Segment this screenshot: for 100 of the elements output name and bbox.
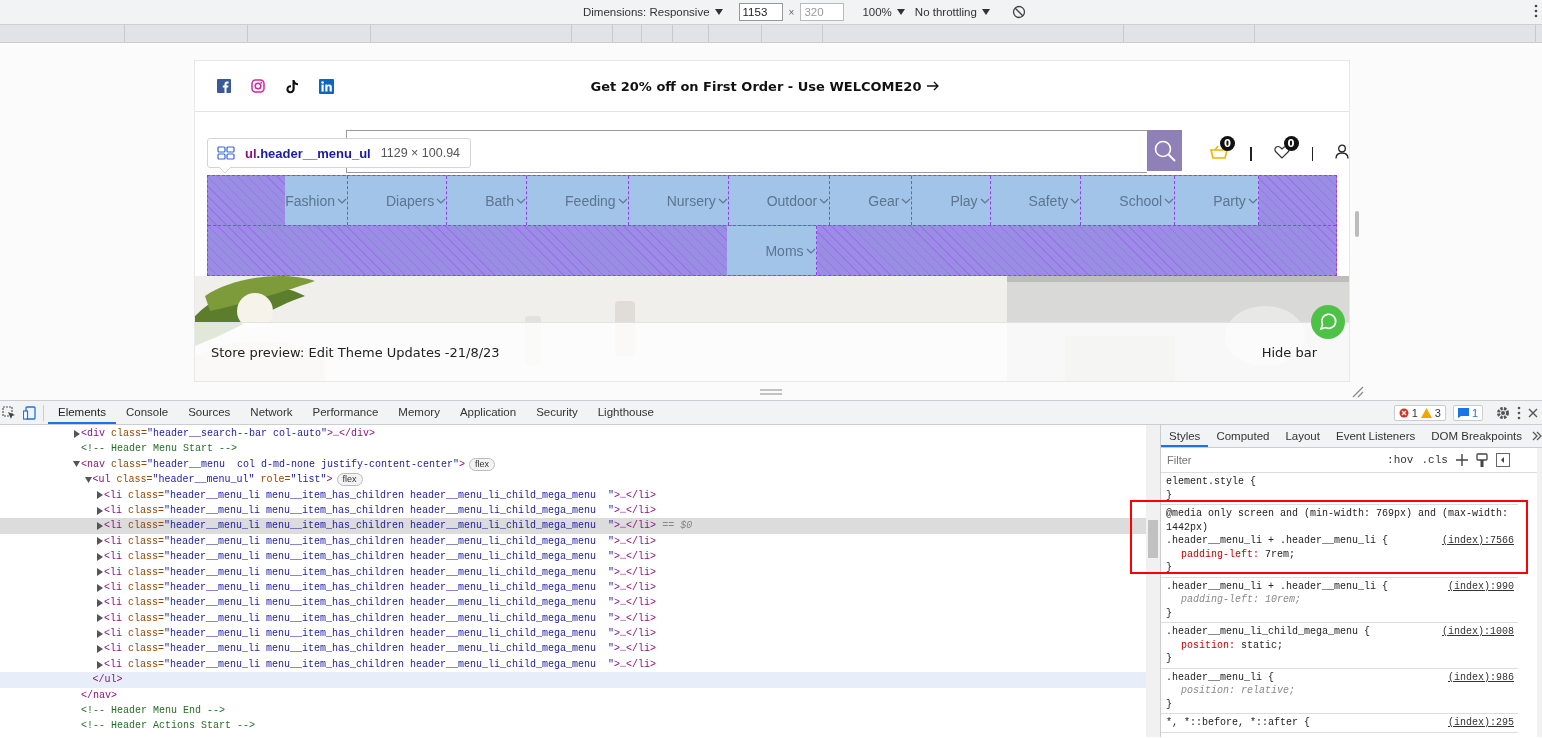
expand-arrow-icon[interactable] bbox=[96, 583, 103, 592]
source-link[interactable]: (index):295 bbox=[1448, 716, 1514, 730]
styles-tab[interactable]: Computed bbox=[1208, 425, 1278, 447]
instagram-icon[interactable] bbox=[251, 79, 265, 93]
source-link[interactable]: (index):7566 bbox=[1442, 534, 1514, 548]
styles-tab[interactable]: DOM Breakpoints bbox=[1423, 425, 1530, 447]
css-declaration[interactable]: position: relative; bbox=[1166, 684, 1514, 698]
heart-icon[interactable] bbox=[1273, 144, 1290, 159]
dom-node[interactable]: <ul class="header__menu_ul" role="list"> bbox=[84, 472, 333, 488]
dimensions-dropdown[interactable]: Dimensions: Responsive bbox=[581, 2, 725, 22]
messages-button[interactable]: 1 bbox=[1452, 404, 1483, 421]
dom-comment[interactable]: <!-- Header Menu End --> bbox=[81, 703, 226, 719]
devtools-tab[interactable]: Memory bbox=[388, 401, 450, 424]
styles-tab[interactable]: Styles bbox=[1161, 425, 1209, 447]
chevron-down-icon bbox=[516, 197, 527, 204]
caret-icon bbox=[896, 9, 905, 15]
styles-tab[interactable]: Event Listeners bbox=[1327, 425, 1424, 447]
source-link[interactable]: (index):990 bbox=[1448, 579, 1514, 593]
expand-arrow-icon[interactable] bbox=[96, 552, 103, 561]
facebook-icon[interactable] bbox=[217, 79, 231, 93]
dom-node[interactable]: <li class="header__menu_li menu__item_has_children header__menu_li_child_mega_menu ">…</li> bbox=[96, 579, 657, 596]
scrollbar[interactable] bbox=[1537, 448, 1542, 737]
inspect-icon[interactable] bbox=[2, 405, 16, 420]
dom-node[interactable]: <li class="header__menu_li menu__item_has_children header__menu_li_child_mega_menu ">…</li> bbox=[96, 549, 657, 565]
source-link[interactable]: (index):986 bbox=[1448, 670, 1514, 684]
devtools-tab[interactable]: Security bbox=[526, 401, 588, 424]
rotate-icon[interactable] bbox=[1011, 5, 1026, 19]
console-reference: == $0 bbox=[662, 519, 693, 534]
expand-arrow-icon[interactable] bbox=[96, 660, 103, 669]
devtools-tab[interactable]: Network bbox=[240, 401, 303, 424]
width-field[interactable]: 1153 bbox=[738, 3, 783, 21]
throttling-dropdown[interactable]: No throttling bbox=[912, 2, 992, 22]
caret-icon bbox=[981, 9, 990, 15]
expand-arrow-icon[interactable] bbox=[96, 629, 103, 638]
dom-closing-tag[interactable]: </nav> bbox=[81, 687, 118, 704]
expand-arrow-icon[interactable] bbox=[96, 522, 103, 531]
promo-link[interactable]: Get 20% off on First Order - Use WELCOME20 bbox=[590, 78, 940, 94]
dom-node[interactable]: <li class="header__menu_li menu__item_has_children header__menu_li_child_mega_menu ">…</li> bbox=[96, 595, 657, 611]
dom-node[interactable]: <li class="header__menu_li menu__item_has_children header__menu_li_child_mega_menu ">…</li> bbox=[96, 610, 657, 627]
zoom-dropdown[interactable]: 100% bbox=[860, 2, 907, 22]
expand-arrow-icon[interactable] bbox=[96, 645, 103, 654]
more-icon[interactable] bbox=[1534, 4, 1538, 18]
search-button[interactable] bbox=[1147, 130, 1182, 171]
devtools-tab[interactable]: Application bbox=[449, 401, 527, 424]
class-toggle[interactable]: .cls bbox=[1421, 454, 1448, 466]
devtools-tab[interactable]: Sources bbox=[178, 401, 241, 424]
tiktok-icon[interactable] bbox=[285, 78, 299, 94]
flex-badge[interactable]: flex bbox=[469, 457, 496, 471]
more-icon[interactable] bbox=[1517, 405, 1521, 420]
devtools-tab[interactable]: Console bbox=[115, 401, 179, 424]
dom-node[interactable]: <li class="header__menu_li menu__item_has_children header__menu_li_child_mega_menu ">…</li> bbox=[96, 487, 657, 503]
resize-grip-icon[interactable] bbox=[1352, 386, 1364, 398]
dom-node[interactable]: <li class="header__menu_li menu__item_has_children header__menu_li_child_mega_menu ">…</li> bbox=[96, 502, 657, 519]
user-icon[interactable] bbox=[1335, 144, 1349, 159]
resize-handle-icon[interactable] bbox=[760, 389, 782, 395]
expand-arrow-icon[interactable] bbox=[96, 599, 103, 607]
dom-closing-tag[interactable]: </ul> bbox=[92, 672, 123, 688]
expand-arrow-icon[interactable] bbox=[96, 506, 103, 515]
rule-brace: } bbox=[1166, 561, 1174, 575]
dom-node[interactable]: <li class="header__menu_li menu__item_has_children header__menu_li_child_mega_menu ">…</li> bbox=[96, 518, 657, 534]
settings-icon[interactable] bbox=[1496, 405, 1510, 420]
expand-arrow-icon[interactable] bbox=[96, 568, 103, 577]
hover-state-toggle[interactable]: :hov bbox=[1387, 454, 1414, 466]
dom-node[interactable]: <li class="header__menu_li menu__item_has_children header__menu_li_child_mega_menu ">…</li> bbox=[96, 641, 657, 657]
hide-bar-link[interactable]: Hide bar bbox=[1261, 344, 1317, 360]
add-icon[interactable] bbox=[1455, 454, 1468, 466]
expand-arrow-icon[interactable] bbox=[73, 460, 80, 469]
sidebar-toggle-icon[interactable] bbox=[1495, 453, 1510, 467]
dom-node[interactable]: <li class="header__menu_li menu__item_has_children header__menu_li_child_mega_menu ">…</li> bbox=[96, 656, 657, 673]
flex-badge[interactable]: flex bbox=[336, 473, 363, 487]
linkedin-icon[interactable] bbox=[319, 78, 334, 94]
css-declaration[interactable]: padding-left: 7rem; bbox=[1166, 547, 1514, 561]
expand-arrow-icon[interactable] bbox=[73, 429, 80, 438]
dom-node[interactable]: <div class="header__search--bar col-auto">…</div> bbox=[73, 426, 376, 442]
styles-tab[interactable]: Layout bbox=[1277, 425, 1328, 447]
expand-arrow-icon[interactable] bbox=[84, 475, 92, 484]
source-link[interactable]: (index):1008 bbox=[1442, 625, 1514, 639]
issues-button[interactable]: 1 3 bbox=[1393, 404, 1446, 421]
warning-icon bbox=[1420, 407, 1432, 418]
dom-node[interactable]: <nav class="header__menu col d-md-none justify-content-center"> bbox=[73, 456, 466, 473]
paint-roller-icon[interactable] bbox=[1475, 453, 1488, 467]
dom-node[interactable]: <li class="header__menu_li menu__item_has_children header__menu_li_child_mega_menu ">…</li> bbox=[96, 626, 657, 642]
dom-comment[interactable]: <!-- Header Menu Start --> bbox=[81, 441, 238, 457]
more-tabs-icon[interactable] bbox=[1532, 431, 1542, 441]
chevron-down-icon bbox=[1247, 197, 1258, 204]
resize-handle-icon[interactable] bbox=[1355, 211, 1359, 237]
css-declaration[interactable]: position: static; bbox=[1166, 638, 1514, 652]
devtools-tab[interactable]: Elements bbox=[48, 401, 116, 424]
dom-node[interactable]: <li class="header__menu_li menu__item_has_children header__menu_li_child_mega_menu ">…</li> bbox=[96, 533, 657, 550]
devtools-tab[interactable]: Lighthouse bbox=[587, 401, 664, 424]
scrollbar[interactable] bbox=[1146, 425, 1161, 737]
dom-node[interactable]: <li class="header__menu_li menu__item_has_children header__menu_li_child_mega_menu ">…</li> bbox=[96, 564, 657, 580]
devtools-tab[interactable]: Performance bbox=[302, 401, 389, 424]
dom-comment[interactable]: <!-- Header Actions Start --> bbox=[81, 718, 256, 734]
expand-arrow-icon[interactable] bbox=[96, 491, 103, 500]
expand-arrow-icon[interactable] bbox=[96, 537, 103, 546]
css-declaration[interactable]: padding-left: 10rem; bbox=[1166, 593, 1514, 607]
expand-arrow-icon[interactable] bbox=[96, 614, 103, 623]
close-icon[interactable] bbox=[1528, 407, 1538, 418]
device-toolbar-icon[interactable] bbox=[23, 405, 37, 420]
